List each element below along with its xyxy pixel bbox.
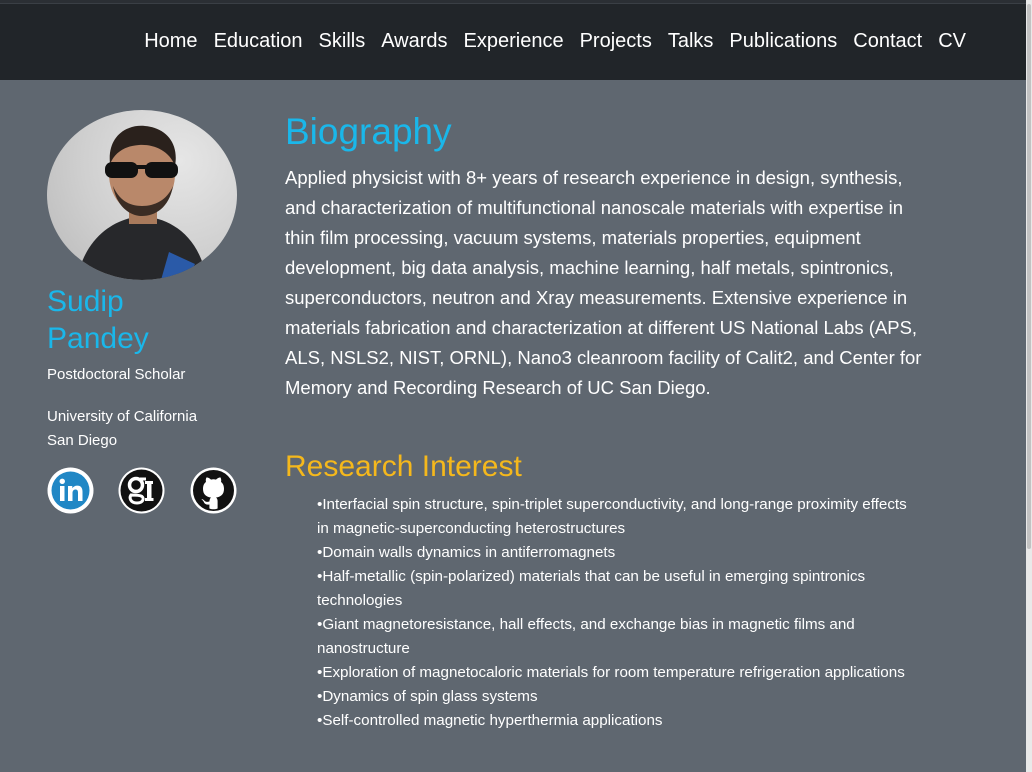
university-line-1: University of California xyxy=(47,408,198,425)
navbar: Home Education Skills Awards Experience … xyxy=(0,0,1026,80)
research-item: •Interfacial spin structure, spin-triple… xyxy=(317,496,907,537)
research-item: •Exploration of magnetocaloric materials… xyxy=(317,664,905,681)
biography-text: Applied physicist with 8+ years of resea… xyxy=(285,167,922,398)
github-link[interactable] xyxy=(190,467,237,514)
profile-affiliation: University of California San Diego xyxy=(47,405,227,453)
github-icon xyxy=(190,467,237,514)
research-item: •Half-metallic (spin-polarized) material… xyxy=(317,568,866,609)
profile-role: Postdoctoral Scholar xyxy=(47,366,186,383)
university-line-2: San Diego xyxy=(47,432,118,449)
nav-talks[interactable]: Talks xyxy=(668,29,714,53)
research-item: •Dynamics of spin glass systems xyxy=(317,688,538,705)
nav-contact[interactable]: Contact xyxy=(853,29,922,53)
first-name: Sudip xyxy=(47,285,124,318)
research-interest-list: •Interfacial spin structure, spin-triple… xyxy=(317,493,907,733)
nav-awards[interactable]: Awards xyxy=(381,29,447,53)
profile-photo-illustration xyxy=(77,125,207,280)
nav-projects[interactable]: Projects xyxy=(580,29,652,53)
nav-cv[interactable]: CV xyxy=(938,29,966,53)
profile-photo xyxy=(47,110,237,280)
google-scholar-icon xyxy=(118,467,165,514)
nav-experience[interactable]: Experience xyxy=(464,29,564,53)
linkedin-icon xyxy=(47,467,94,514)
linkedin-link[interactable] xyxy=(47,467,94,514)
research-item: •Domain walls dynamics in antiferromagne… xyxy=(317,544,616,561)
nav-skills[interactable]: Skills xyxy=(319,29,366,53)
last-name: Pandey xyxy=(47,322,149,355)
research-item: •Self-controlled magnetic hyperthermia a… xyxy=(317,712,663,729)
nav-publications[interactable]: Publications xyxy=(729,29,837,53)
profile-name: Sudip Pandey xyxy=(47,283,227,357)
page-scrollbar[interactable] xyxy=(1026,0,1032,772)
research-item: •Giant magnetoresistance, hall effects, … xyxy=(317,616,855,657)
research-interest-heading: Research Interest xyxy=(285,450,522,483)
nav-education[interactable]: Education xyxy=(214,29,303,53)
google-scholar-link[interactable] xyxy=(118,467,165,514)
nav-home[interactable]: Home xyxy=(144,29,197,53)
scrollbar-thumb[interactable] xyxy=(1027,4,1031,549)
biography-heading: Biography xyxy=(285,111,452,152)
tab-strip xyxy=(0,0,1026,4)
main-nav: Home Education Skills Awards Experience … xyxy=(128,29,966,53)
